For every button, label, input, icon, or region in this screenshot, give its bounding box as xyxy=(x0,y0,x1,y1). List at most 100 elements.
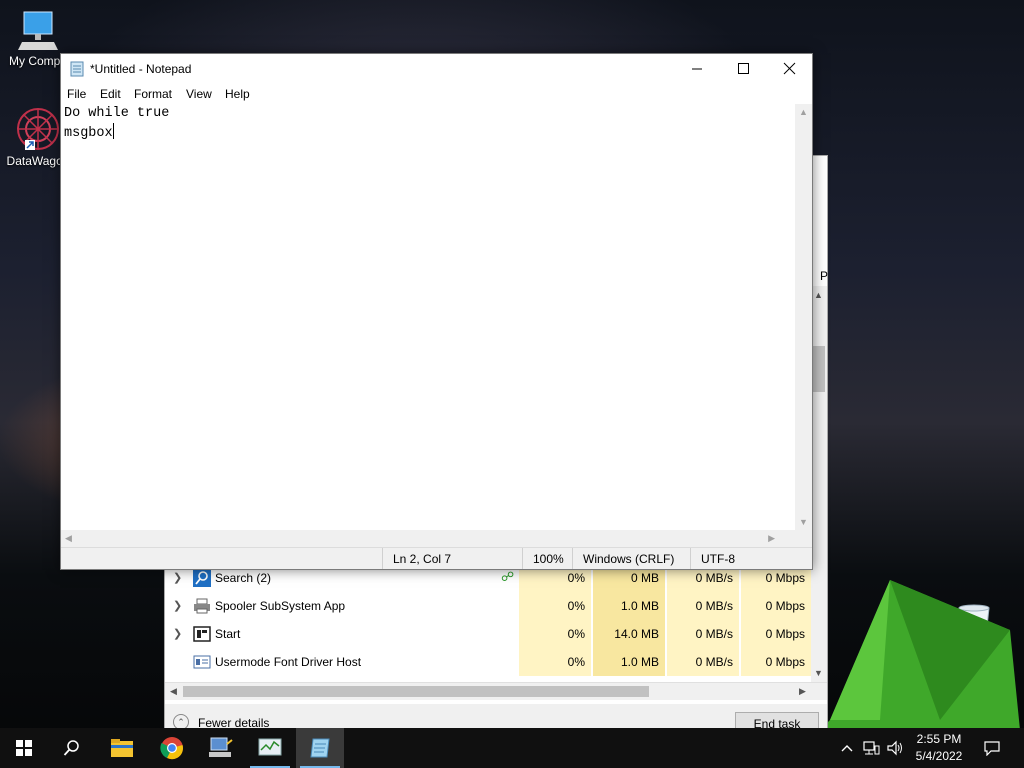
notepad-window[interactable]: *Untitled - Notepad File Edit Format Vie… xyxy=(60,53,813,570)
windows-logo-icon xyxy=(16,740,32,756)
scrollbar-thumb[interactable] xyxy=(813,346,825,392)
close-button[interactable] xyxy=(766,54,812,84)
text-caret xyxy=(112,123,114,139)
column-header-fragment: P xyxy=(820,269,829,283)
expand-chevron-icon[interactable]: ❯ xyxy=(173,627,182,640)
network-cell: 0 Mbps xyxy=(741,648,811,676)
network-tray-button[interactable] xyxy=(860,728,882,768)
font-host-icon xyxy=(193,655,211,669)
text-editor-area[interactable]: Do while true msgbox xyxy=(61,104,795,530)
expand-chevron-icon[interactable]: ❯ xyxy=(173,571,182,584)
scroll-up-arrow-icon[interactable]: ▲ xyxy=(799,107,808,117)
menu-format[interactable]: Format xyxy=(134,87,172,101)
menu-bar: File Edit Format View Help xyxy=(61,84,812,104)
notification-icon xyxy=(984,741,1000,756)
editor-line: Do while true xyxy=(64,106,170,121)
notepad-icon xyxy=(310,738,330,758)
notepad-app-icon xyxy=(70,61,84,77)
maximize-icon xyxy=(738,63,749,74)
network-cell: 0 Mbps xyxy=(741,620,811,648)
scrollbar-corner xyxy=(795,530,812,547)
process-name: Usermode Font Driver Host xyxy=(215,655,362,669)
status-line-ending: Windows (CRLF) xyxy=(572,548,690,569)
scroll-right-arrow-icon[interactable]: ▶ xyxy=(799,686,806,697)
volume-tray-button[interactable] xyxy=(884,728,906,768)
network-icon xyxy=(863,741,880,755)
scroll-down-arrow-icon[interactable]: ▼ xyxy=(814,668,823,678)
taskbar-task-manager[interactable] xyxy=(246,728,294,768)
task-manager-vertical-scrollbar[interactable]: ▲ ▼ xyxy=(811,286,827,682)
desktop-icon-label: My Compu xyxy=(8,54,67,68)
suspended-leaf-icon: ☍ xyxy=(501,569,515,584)
expand-chevron-icon[interactable]: ❯ xyxy=(173,599,182,612)
scrollbar-thumb[interactable] xyxy=(183,686,649,697)
desktop-icon-recycle-bin[interactable]: Recycle Bin xyxy=(936,602,1012,664)
process-row[interactable]: ❯ Start 0% 14.0 MB 0 MB/s 0 Mbps xyxy=(165,620,827,648)
maximize-button[interactable] xyxy=(720,54,766,84)
datawagon-icon xyxy=(17,108,59,150)
taskbar-file-explorer[interactable] xyxy=(98,728,146,768)
taskbar-search-button[interactable] xyxy=(48,728,96,768)
folder-icon xyxy=(111,739,133,757)
show-hidden-icons-button[interactable] xyxy=(838,728,856,768)
cpu-cell: 0% xyxy=(519,648,591,676)
desktop-icon-label: Recycle Bin xyxy=(942,650,1006,664)
menu-file[interactable]: File xyxy=(67,87,86,101)
process-name: Search (2) xyxy=(215,571,272,585)
menu-help[interactable]: Help xyxy=(225,87,250,101)
start-app-icon xyxy=(193,626,211,642)
disk-cell: 0 MB/s xyxy=(667,620,739,648)
taskbar-clock[interactable]: 2:55 PM 5/4/2022 xyxy=(905,731,973,765)
clock-time: 2:55 PM xyxy=(916,732,962,746)
window-title: *Untitled - Notepad xyxy=(90,62,192,76)
scroll-up-arrow-icon[interactable]: ▲ xyxy=(814,290,823,300)
disk-cell: 0 MB/s xyxy=(667,592,739,620)
disk-cell: 0 MB/s xyxy=(667,648,739,676)
network-computer-icon xyxy=(209,737,233,757)
notepad-title-bar[interactable]: *Untitled - Notepad xyxy=(61,54,812,84)
clock-date: 5/4/2022 xyxy=(915,749,963,763)
search-icon xyxy=(63,740,79,756)
editor-line-current: msgbox xyxy=(64,123,795,143)
printer-icon xyxy=(194,598,210,614)
process-name: Spooler SubSystem App xyxy=(215,599,346,613)
editor-vertical-scrollbar[interactable]: ▲ ▼ xyxy=(795,104,812,530)
editor-horizontal-scrollbar[interactable]: ◀ ▶ xyxy=(61,530,795,547)
close-icon xyxy=(783,62,796,75)
chevron-up-icon xyxy=(841,745,853,752)
memory-cell: 14.0 MB xyxy=(593,620,665,648)
network-cell: 0 Mbps xyxy=(741,592,811,620)
editor-line-text: msgbox xyxy=(64,126,113,141)
search-icon xyxy=(193,569,211,587)
scroll-down-arrow-icon[interactable]: ▼ xyxy=(799,517,808,527)
task-manager-horizontal-scrollbar[interactable]: ◀ ▶ xyxy=(165,682,827,700)
scroll-left-arrow-icon[interactable]: ◀ xyxy=(65,533,72,544)
status-encoding: UTF-8 xyxy=(690,548,812,569)
process-row[interactable]: ❯ Spooler SubSystem App 0% 1.0 MB 0 MB/s… xyxy=(165,592,827,620)
memory-cell: 1.0 MB xyxy=(593,592,665,620)
action-center-button[interactable] xyxy=(978,728,1006,768)
status-bar: Ln 2, Col 7 100% Windows (CRLF) UTF-8 xyxy=(61,547,812,569)
process-name: Start xyxy=(215,627,241,641)
status-zoom: 100% xyxy=(522,548,572,569)
scroll-right-arrow-icon[interactable]: ▶ xyxy=(768,533,775,544)
status-cursor-position: Ln 2, Col 7 xyxy=(382,548,522,569)
taskbar-network-app[interactable] xyxy=(196,728,244,768)
minimize-icon xyxy=(692,68,702,70)
cpu-cell: 0% xyxy=(519,592,591,620)
taskbar: 2:55 PM 5/4/2022 xyxy=(0,728,1024,768)
taskbar-chrome[interactable] xyxy=(148,728,196,768)
taskbar-notepad[interactable] xyxy=(296,728,344,768)
start-button[interactable] xyxy=(0,728,48,768)
cpu-cell: 0% xyxy=(519,620,591,648)
scroll-left-arrow-icon[interactable]: ◀ xyxy=(170,686,177,697)
chrome-icon xyxy=(160,737,183,760)
minimize-button[interactable] xyxy=(674,54,720,84)
task-manager-icon xyxy=(258,738,282,756)
process-row[interactable]: Usermode Font Driver Host 0% 1.0 MB 0 MB… xyxy=(165,648,827,676)
menu-edit[interactable]: Edit xyxy=(100,87,121,101)
recycle-bin-icon xyxy=(958,604,990,647)
speaker-icon xyxy=(887,740,902,756)
memory-cell: 1.0 MB xyxy=(593,648,665,676)
menu-view[interactable]: View xyxy=(186,87,212,101)
